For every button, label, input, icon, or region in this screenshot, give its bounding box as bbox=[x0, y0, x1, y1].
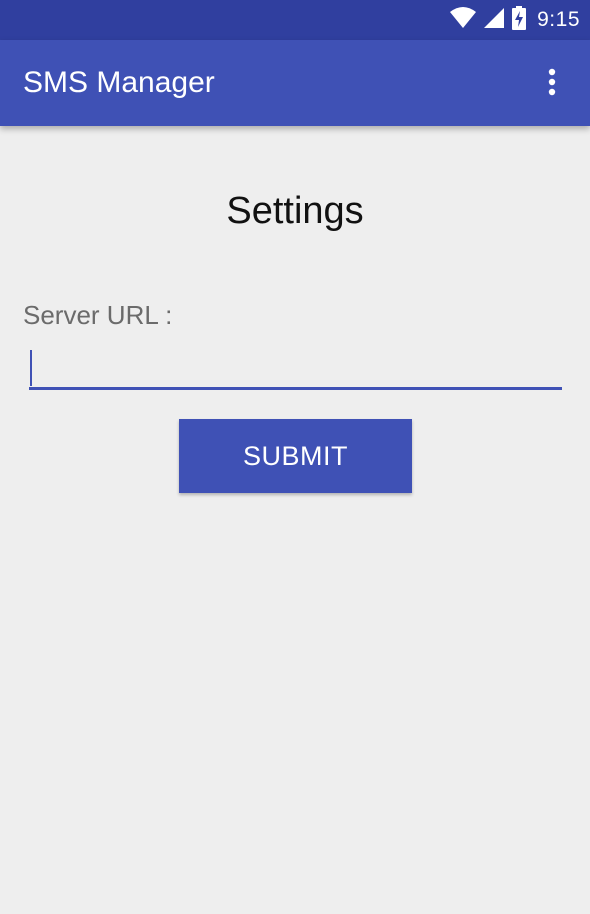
app-bar: SMS Manager bbox=[0, 40, 590, 126]
server-url-label: Server URL : bbox=[23, 300, 173, 330]
text-cursor bbox=[30, 350, 32, 386]
battery-charging-icon bbox=[511, 5, 527, 35]
app-title: SMS Manager bbox=[23, 66, 215, 99]
submit-button[interactable]: SUBMIT bbox=[179, 419, 412, 493]
status-icons: 9:15 bbox=[449, 0, 580, 40]
more-vert-icon bbox=[548, 68, 556, 101]
wifi-icon bbox=[449, 6, 477, 34]
overflow-menu-button[interactable] bbox=[532, 68, 572, 100]
status-bar: 9:15 bbox=[0, 0, 590, 40]
signal-icon bbox=[483, 7, 505, 34]
status-time: 9:15 bbox=[537, 8, 580, 31]
server-url-input[interactable] bbox=[29, 340, 562, 390]
page-title: Settings bbox=[226, 190, 364, 232]
settings-content: Settings Server URL : SUBMIT bbox=[0, 126, 590, 914]
